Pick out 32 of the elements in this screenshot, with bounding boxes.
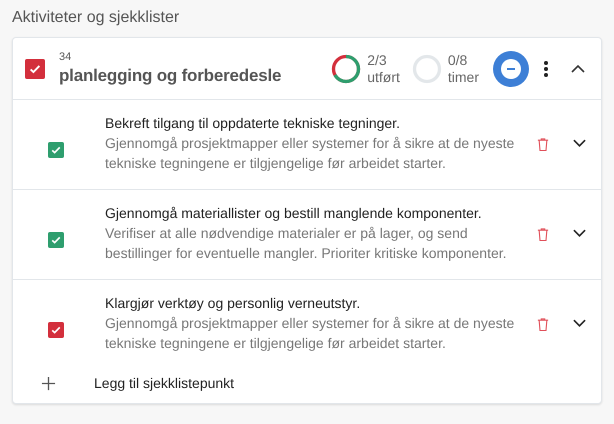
add-checklist-item-button[interactable]: Legg til sjekklistepunkt [13, 369, 234, 403]
activity-title: planlegging og forberedesle [59, 66, 282, 86]
progress-value: 2/3 [367, 52, 387, 68]
hours-value: 0/8 [448, 52, 468, 68]
chevron-down-icon[interactable] [573, 319, 586, 327]
chevron-down-icon[interactable] [573, 139, 586, 147]
minus-icon[interactable] [493, 50, 529, 86]
more-icon[interactable] [543, 60, 549, 78]
trash-icon[interactable] [537, 226, 549, 242]
item-title: Klargjør verktøy og personlig verneutstyr. [105, 294, 362, 313]
plus-icon [41, 376, 56, 390]
hours-ring [412, 54, 442, 84]
item-checkbox[interactable] [48, 322, 64, 338]
item-description: Gjennomgå prosjektmapper eller systemer for å sikre at de nyeste tekniske tegningene er tilgjengelige før arbeidet starter. [105, 314, 516, 353]
activity-checkbox[interactable] [25, 58, 45, 78]
hours-label: timer [448, 68, 479, 86]
check-icon [50, 324, 62, 336]
progress-label: utført [367, 68, 400, 86]
item-title: Gjennomgå materiallister og bestill manglende komponenter. [105, 204, 483, 223]
item-title: Bekreft tilgang til oppdaterte tekniske tegninger. [105, 114, 401, 133]
trash-icon[interactable] [537, 316, 549, 332]
item-checkbox[interactable] [48, 142, 64, 158]
chevron-down-icon[interactable] [573, 229, 586, 237]
check-icon [50, 234, 62, 246]
check-icon [50, 144, 62, 156]
activity-number: 34 [59, 51, 72, 63]
item-checkbox[interactable] [48, 232, 64, 248]
chevron-up-icon[interactable] [571, 64, 585, 72]
item-description: Gjennomgå prosjektmapper eller systemer for å sikre at de nyeste tekniske tegningene er tilgjengelige før arbeidet starter. [105, 134, 516, 173]
section-title: Aktiviteter og sjekklister [12, 8, 180, 28]
trash-icon[interactable] [537, 136, 549, 152]
item-description: Verifiser at alle nødvendige materialer er på lager, og send bestillinger for eventuelle mangler. Prioriter kritiske komponenter. [105, 224, 508, 263]
